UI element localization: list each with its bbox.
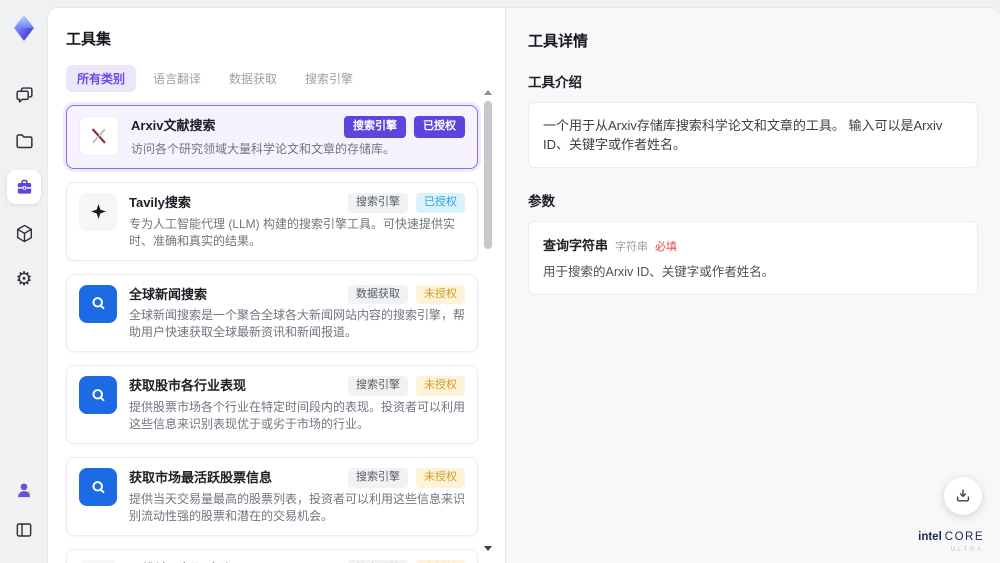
auth-status-badge: 未授权 [416,284,465,305]
intel-core-logo: intel CORE ULTRA [918,528,984,554]
category-badge: 搜索引擎 [348,376,408,396]
param-name: 查询字符串 [543,238,609,253]
param-description: 用于搜索的Arxiv ID、关键字或作者姓名。 [543,265,775,279]
intro-box: 一个用于从Arxiv存储库搜索科学论文和文章的工具。 输入可以是Arxiv ID… [528,102,978,168]
arxiv-icon [79,116,119,156]
gear-icon: ⚙ [15,268,33,290]
parameter-box: 查询字符串 字符串 必填 用于搜索的Arxiv ID、关键字或作者姓名。 [528,221,978,295]
params-heading: 参数 [528,194,555,209]
tool-description: 提供当天交易量最高的股票列表，投资者可以利用这些信息来识别流动性强的股票和潜在的… [129,491,466,523]
tool-list: Arxiv文献搜索 搜索引擎 已授权 访问各个研究领域大量科学论文和文章的存储库… [66,105,478,563]
ultra-word: ULTRA [950,546,984,554]
category-badge: 数据获取 [348,284,408,305]
auth-status-badge: 未授权 [416,376,465,396]
auth-status-badge: 已授权 [414,116,465,138]
category-badge: 搜索引擎 [348,192,408,213]
scroll-down-arrow-icon[interactable] [484,546,492,551]
tool-name: 全球新闻搜索 [129,286,208,302]
detail-title: 工具详情 [528,33,589,50]
panel-toggle-icon [14,520,34,540]
tab-search-engine[interactable]: 搜索引擎 [294,65,364,92]
sidebar-item-settings[interactable]: ⚙ [7,262,41,296]
sidebar-item-account[interactable] [7,473,41,507]
list-scrollbar[interactable] [483,90,493,551]
toolbox-icon [14,177,35,198]
tool-card-tavily[interactable]: Tavily搜索 搜索引擎 已授权 专为人工智能代理 (LLM) 构建的搜索引擎… [66,181,478,261]
page-title: 工具集 [66,31,112,48]
main-content: 工具集 所有类别 语言翻译 数据获取 搜索引擎 Arxiv文献搜索 搜索引擎 已… [48,8,1000,563]
category-tabs: 所有类别 语言翻译 数据获取 搜索引擎 [66,65,487,92]
scroll-up-arrow-icon[interactable] [484,90,492,95]
app-logo-icon[interactable] [8,12,40,44]
category-badge: 搜索引擎 [348,468,408,488]
sidebar-item-packages[interactable] [7,216,41,250]
news-search-icon [79,284,117,323]
tool-name: 获取市场最活跃股票信息 [129,470,273,485]
tab-language-translation[interactable]: 语言翻译 [142,65,212,92]
auth-status-badge: 已授权 [416,192,465,213]
scrollbar-thumb[interactable] [484,101,492,249]
sidebar-item-tools[interactable] [7,170,41,204]
intel-word: intel [918,531,942,544]
tool-card-stock-sectors[interactable]: 获取股市各行业表现 搜索引擎 未授权 提供股票市场各个行业在特定时间段内的表现。… [66,365,478,444]
tool-card-active-stocks[interactable]: 获取市场最活跃股票信息 搜索引擎 未授权 提供当天交易量最高的股票列表，投资者可… [66,457,478,536]
tool-name: Arxiv文献搜索 [131,118,216,133]
param-type: 字符串 [615,241,649,253]
tab-all-categories[interactable]: 所有类别 [66,65,137,92]
tool-description: 专为人工智能代理 (LLM) 构建的搜索引擎工具。可快速提供实时、准确和真实的结… [129,216,456,248]
sidebar-bottom [7,473,41,553]
tool-description: 提供股票市场各个行业在特定时间段内的表现。投资者可以利用这些信息来识别表现优于或… [129,400,466,431]
stock-search-icon [79,468,117,506]
category-badge: 搜索引擎 [344,116,406,138]
tool-description: 全球新闻搜索是一个聚合全球各大新闻网站内容的搜索引擎，帮助用户快速获取全球最新资… [129,308,466,340]
sidebar: ⚙ [0,0,48,563]
auth-status-badge: 未授权 [416,468,465,488]
tool-name: Tavily搜索 [129,194,191,210]
tool-description: 访问各个研究领域大量科学论文和文章的存储库。 [131,141,396,156]
stock-search-icon [79,376,117,415]
intro-heading: 工具介绍 [528,75,582,90]
tool-detail-panel: 工具详情 工具介绍 一个用于从Arxiv存储库搜索科学论文和文章的工具。 输入可… [505,8,1000,563]
tool-card-region-news[interactable]: 万维地区新闻查询 搜索引擎 未授权 查询具体行政区划内的新闻，快速了解各地新闻动 [66,548,478,563]
tool-card-global-news[interactable]: 全球新闻搜索 数据获取 未授权 全球新闻搜索是一个聚合全球各大新闻网站内容的搜索… [66,273,478,353]
download-button[interactable] [944,477,982,515]
package-icon [14,223,35,244]
tool-list-panel: 工具集 所有类别 语言翻译 数据获取 搜索引擎 Arxiv文献搜索 搜索引擎 已… [48,8,505,563]
tool-name: 获取股市各行业表现 [129,378,247,394]
param-required-badge: 必填 [655,241,678,253]
chat-icon [14,85,35,106]
sidebar-item-files[interactable] [7,124,41,158]
folder-icon [14,131,35,152]
sidebar-item-chat[interactable] [7,78,41,112]
tab-data-fetch[interactable]: 数据获取 [218,65,288,92]
user-avatar-icon [14,480,34,500]
download-icon [954,487,972,505]
tool-card-arxiv[interactable]: Arxiv文献搜索 搜索引擎 已授权 访问各个研究领域大量科学论文和文章的存储库… [66,105,478,169]
sidebar-item-collapse[interactable] [7,513,41,547]
core-word: CORE [944,531,984,544]
tavily-icon [79,192,117,231]
intro-text: 一个用于从Arxiv存储库搜索科学论文和文章的工具。 输入可以是Arxiv ID… [543,118,943,152]
